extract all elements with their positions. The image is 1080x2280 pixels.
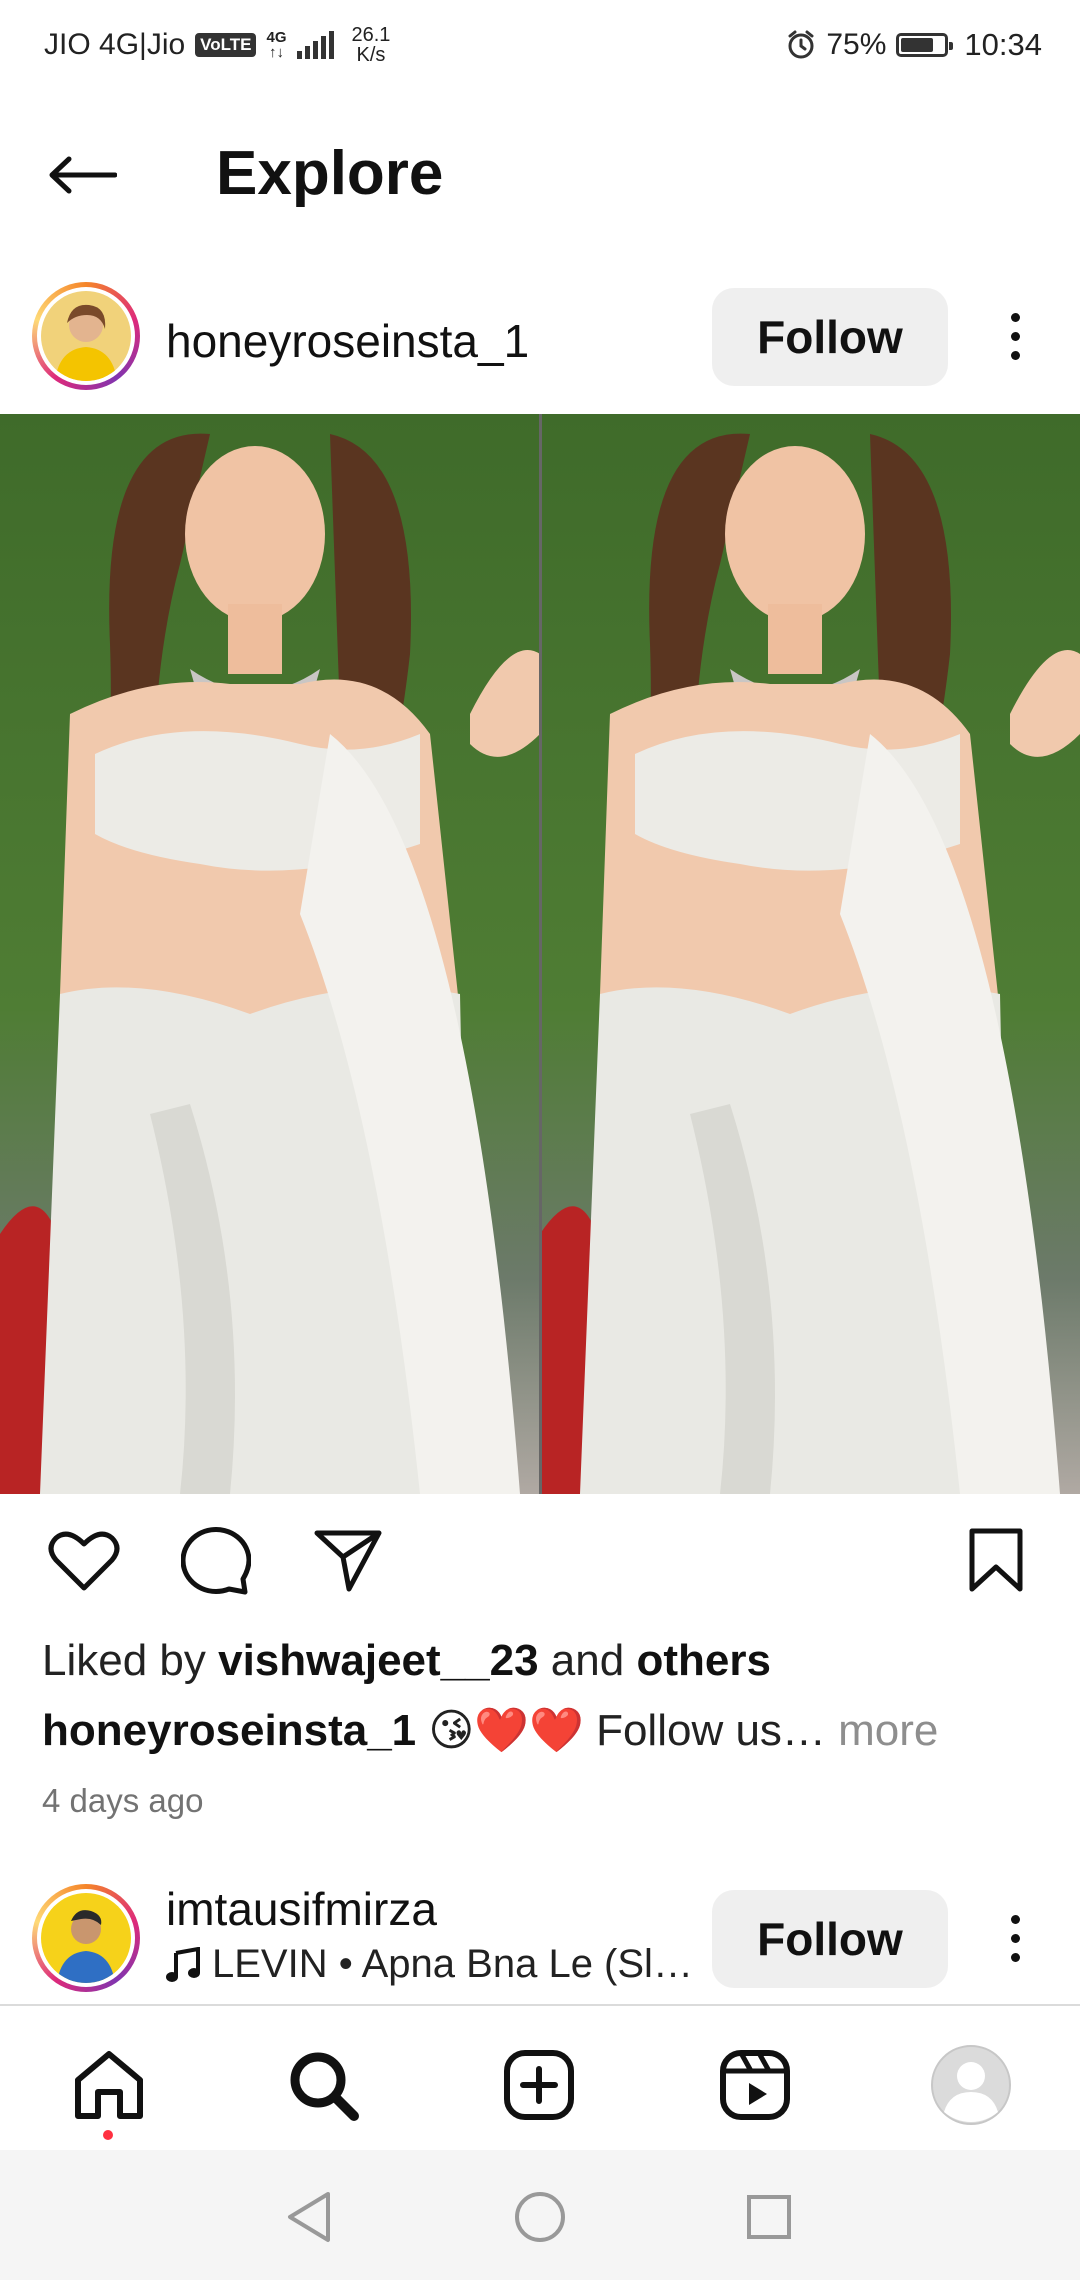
status-time: 10:34 — [964, 27, 1042, 62]
speed-unit: K/s — [356, 44, 386, 66]
battery-percent: 75% — [826, 28, 887, 61]
post-username[interactable]: honeyroseinsta_1 — [166, 314, 529, 368]
back-arrow-icon — [49, 156, 117, 194]
caption-more-link[interactable]: more — [838, 1706, 938, 1755]
caption-emojis: 😘❤️❤️ — [428, 1706, 584, 1755]
likes-prefix: Liked by — [42, 1636, 219, 1685]
system-back-icon[interactable] — [274, 2182, 344, 2252]
next-post-follow-button[interactable]: Follow — [712, 1890, 948, 1988]
nav-create-icon[interactable] — [494, 2040, 584, 2130]
nav-profile-avatar[interactable] — [926, 2040, 1016, 2130]
network-arrows: ↑↓ — [268, 44, 284, 61]
signal-icon — [296, 31, 334, 59]
share-icon[interactable] — [308, 1520, 388, 1600]
comment-icon[interactable] — [176, 1520, 256, 1600]
audio-track-label: LEVIN • Apna Bna Le (Sl… — [212, 1942, 693, 1986]
post-image[interactable] — [0, 414, 1080, 1494]
like-icon[interactable] — [44, 1520, 124, 1600]
back-button[interactable] — [44, 140, 120, 210]
post-timestamp: 4 days ago — [42, 1782, 204, 1819]
likes-mid: and — [538, 1636, 637, 1685]
carrier-label: JIO 4G|Jio — [44, 28, 186, 61]
post-photo-right — [540, 414, 1080, 1494]
top-header: Explore — [0, 110, 1080, 240]
page-title: Explore — [216, 139, 444, 208]
network-speed: 26.1 K/s — [352, 25, 391, 65]
post-photo-left — [0, 414, 540, 1494]
bottom-nav — [0, 2004, 1080, 2150]
system-nav-bar — [0, 2150, 1080, 2280]
next-post-username[interactable]: imtausifmirza — [166, 1882, 437, 1936]
system-home-icon[interactable] — [505, 2182, 575, 2252]
volte-badge: VoLTE — [195, 33, 257, 57]
caption-text: Follow us — [583, 1706, 782, 1755]
likes-text[interactable]: Liked by vishwajeet__23 and others — [42, 1636, 771, 1686]
network-type: 4G ↑↓ — [266, 30, 286, 60]
liked-by-user[interactable]: vishwajeet__23 — [218, 1636, 538, 1685]
post-caption[interactable]: honeyroseinsta_1 😘❤️❤️ Follow us… more — [42, 1704, 938, 1756]
next-post-avatar[interactable] — [32, 1884, 140, 1992]
nav-home-icon[interactable] — [64, 2040, 154, 2130]
home-notification-dot — [103, 2130, 113, 2140]
next-post-audio[interactable]: LEVIN • Apna Bna Le (Sl… — [166, 1942, 693, 1987]
network-type-label: 4G — [266, 29, 287, 46]
photo-divider — [539, 414, 542, 1494]
battery-fill — [901, 38, 933, 52]
speed-value: 26.1 — [351, 24, 391, 46]
nav-reels-icon[interactable] — [710, 2040, 800, 2130]
likes-others[interactable]: others — [636, 1636, 770, 1685]
caption-username[interactable]: honeyroseinsta_1 — [42, 1706, 416, 1755]
save-bookmark-icon[interactable] — [956, 1520, 1036, 1600]
status-left: JIO 4G|Jio VoLTE 4G ↑↓ 26.1 K/s — [44, 25, 390, 65]
alarm-icon — [788, 30, 814, 59]
avatar-image — [41, 291, 131, 381]
system-recents-icon[interactable] — [734, 2182, 804, 2252]
post-header: honeyroseinsta_1 Follow — [0, 280, 1080, 410]
avatar[interactable] — [32, 282, 140, 390]
more-options-icon[interactable] — [990, 296, 1040, 376]
music-note-icon — [166, 1946, 200, 1982]
next-avatar-image — [41, 1893, 131, 1983]
battery-icon — [896, 33, 954, 57]
status-right: 75% 10:34 — [786, 27, 1042, 63]
post-action-bar — [0, 1520, 1080, 1610]
status-bar: JIO 4G|Jio VoLTE 4G ↑↓ 26.1 K/s 75% 10:3… — [0, 0, 1080, 90]
caption-ellipsis: … — [781, 1706, 839, 1755]
nav-search-icon[interactable] — [278, 2040, 368, 2130]
follow-button[interactable]: Follow — [712, 288, 948, 386]
next-post-more-options-icon[interactable] — [990, 1898, 1040, 1978]
